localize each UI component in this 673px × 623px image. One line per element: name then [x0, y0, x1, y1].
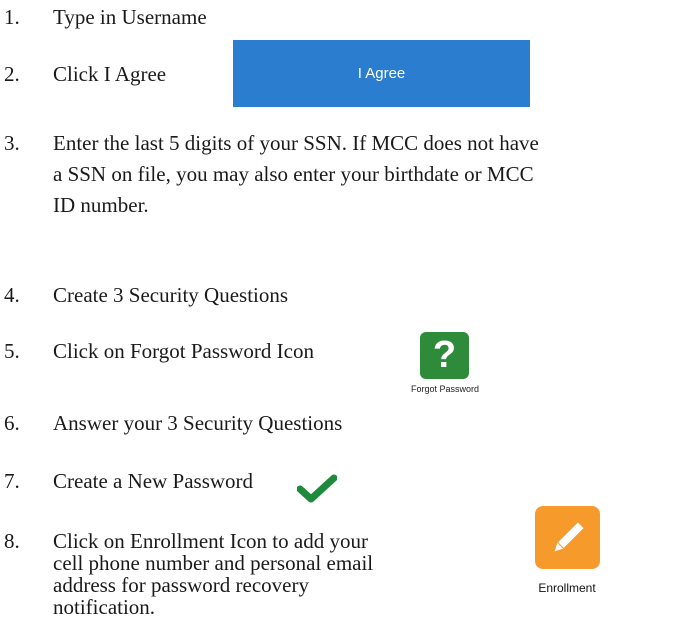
- pencil-glyph: [554, 521, 584, 551]
- pencil-icon[interactable]: [535, 506, 600, 569]
- step-number: 6.: [4, 411, 20, 435]
- enrollment-caption: Enrollment: [538, 581, 596, 595]
- step-text: Type in Username: [53, 5, 207, 29]
- step-number: 7.: [4, 469, 20, 493]
- step-number: 4.: [4, 283, 20, 307]
- step-text-line: ID number.: [53, 193, 149, 217]
- step-text: Click I Agree: [53, 62, 167, 86]
- step-number: 2.: [4, 62, 20, 86]
- step-text: Create a New Password: [53, 469, 254, 493]
- checkmark-icon: [297, 474, 337, 503]
- step-number: 8.: [4, 529, 20, 553]
- forgot-icon-glyph: ?: [432, 334, 457, 376]
- step-text-line: a SSN on file, you may also enter your b…: [53, 162, 534, 186]
- i-agree-button[interactable]: I Agree: [233, 40, 530, 107]
- step-text: Click on Forgot Password Icon: [53, 339, 314, 363]
- step-number: 1.: [4, 5, 20, 29]
- step-number: 3.: [4, 131, 20, 155]
- step-text: Create 3 Security Questions: [53, 283, 289, 307]
- step-number: 5.: [4, 339, 20, 363]
- step-text: Answer your 3 Security Questions: [53, 411, 343, 435]
- question-mark-icon[interactable]: ?: [420, 332, 469, 379]
- step-text-line: notification.: [53, 595, 156, 619]
- forgot-password-caption: Forgot Password: [410, 384, 480, 394]
- step-text-line: Enter the last 5 digits of your SSN. If …: [53, 131, 539, 155]
